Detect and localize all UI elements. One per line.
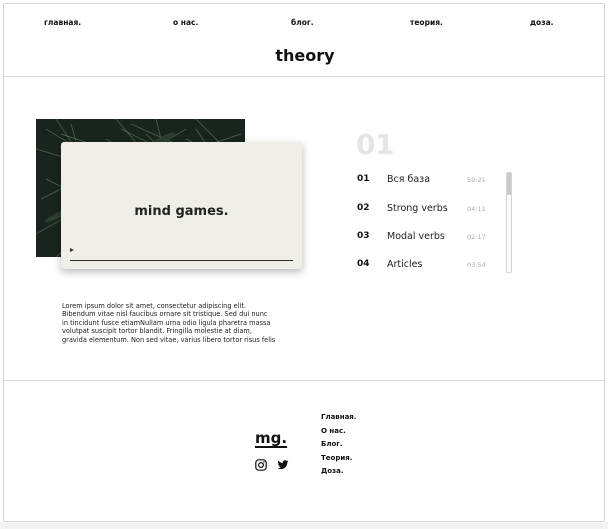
description-line: volutpat suscipit tortor blandit. Fringi… [62, 327, 252, 336]
track-duration: 04:11 [467, 205, 486, 213]
track-title: Strong verbs [387, 203, 448, 214]
top-nav: главная. о нас. блог. теория. доза. [4, 18, 604, 32]
footer-link-about[interactable]: О нас. [321, 427, 356, 441]
scrollbar-thumb[interactable] [507, 173, 511, 195]
nav-link-blog[interactable]: блог. [291, 18, 314, 27]
twitter-icon[interactable] [277, 456, 289, 470]
description-line: gravida elementum. Non sed vitae, varius… [62, 335, 276, 344]
description-line: in tincidunt fusce etiamNullam urna odio… [62, 318, 271, 327]
description-line: Bibendum vitae nisl faucibus ornare sit … [62, 310, 268, 319]
instagram-icon[interactable] [255, 456, 267, 471]
track-title: Modal verbs [387, 231, 445, 242]
track-item[interactable]: 01 Вся база 59:21 [357, 172, 492, 188]
tracklist-scrollbar[interactable] [506, 172, 512, 273]
track-number: 02 [357, 203, 370, 213]
footer-links: Главная. О нас. Блог. Теория. Доза. [321, 413, 356, 481]
track-item[interactable]: 03 Modal verbs 02:17 [357, 229, 492, 245]
track-duration: 03:54 [467, 261, 486, 269]
track-number: 01 [357, 174, 370, 184]
track-number: 03 [357, 231, 370, 241]
footer-link-theory[interactable]: Теория. [321, 454, 356, 468]
nav-link-about[interactable]: о нас. [173, 18, 198, 27]
track-number: 04 [357, 259, 370, 269]
nav-link-theory[interactable]: теория. [410, 18, 443, 27]
footer-link-home[interactable]: Главная. [321, 413, 356, 427]
footer-link-blog[interactable]: Блог. [321, 440, 356, 454]
track-title: Articles [387, 259, 423, 270]
current-track-number: 01 [356, 128, 394, 161]
track-item[interactable]: 02 Strong verbs 04:11 [357, 201, 492, 217]
page-title: theory [275, 46, 335, 65]
player-title: mind games. [134, 204, 229, 219]
nav-link-dose[interactable]: доза. [530, 18, 553, 27]
play-icon[interactable] [70, 248, 74, 252]
track-item[interactable]: 04 Articles 03:54 [357, 257, 492, 273]
description-text: Lorem ipsum dolor sit amet, consectetur … [62, 302, 307, 344]
progress-bar[interactable] [70, 260, 293, 261]
footer-link-dose[interactable]: Доза. [321, 467, 356, 481]
track-duration: 59:21 [467, 176, 486, 184]
description-line: Lorem ipsum dolor sit amet, consectetur … [62, 302, 247, 310]
footer-logo[interactable]: mg. [255, 429, 287, 447]
page-frame: главная. о нас. блог. теория. доза. theo… [3, 3, 605, 522]
nav-link-home[interactable]: главная. [44, 18, 81, 27]
audio-player-card: mind games. [61, 142, 302, 269]
footer-divider [4, 380, 604, 381]
track-duration: 02:17 [467, 233, 486, 241]
track-title: Вся база [387, 174, 431, 185]
page-bottom-edge [0, 522, 608, 529]
header-divider [4, 76, 604, 77]
